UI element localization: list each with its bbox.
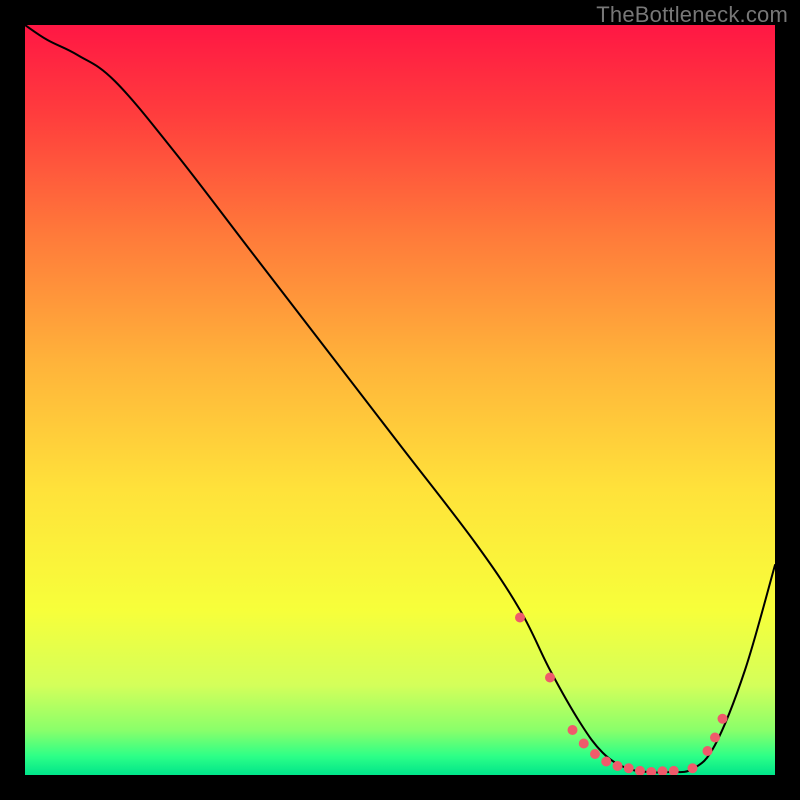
data-marker — [710, 733, 720, 743]
data-marker — [703, 746, 713, 756]
data-marker — [601, 757, 611, 767]
chart-svg — [25, 25, 775, 775]
data-marker — [579, 739, 589, 749]
chart-container: TheBottleneck.com — [0, 0, 800, 800]
data-marker — [613, 761, 623, 771]
data-marker — [545, 673, 555, 683]
data-marker — [718, 714, 728, 724]
data-marker — [568, 725, 578, 735]
data-marker — [624, 763, 634, 773]
chart-background — [25, 25, 775, 775]
data-marker — [590, 749, 600, 759]
data-marker — [515, 613, 525, 623]
plot-area — [25, 25, 775, 775]
data-marker — [688, 763, 698, 773]
